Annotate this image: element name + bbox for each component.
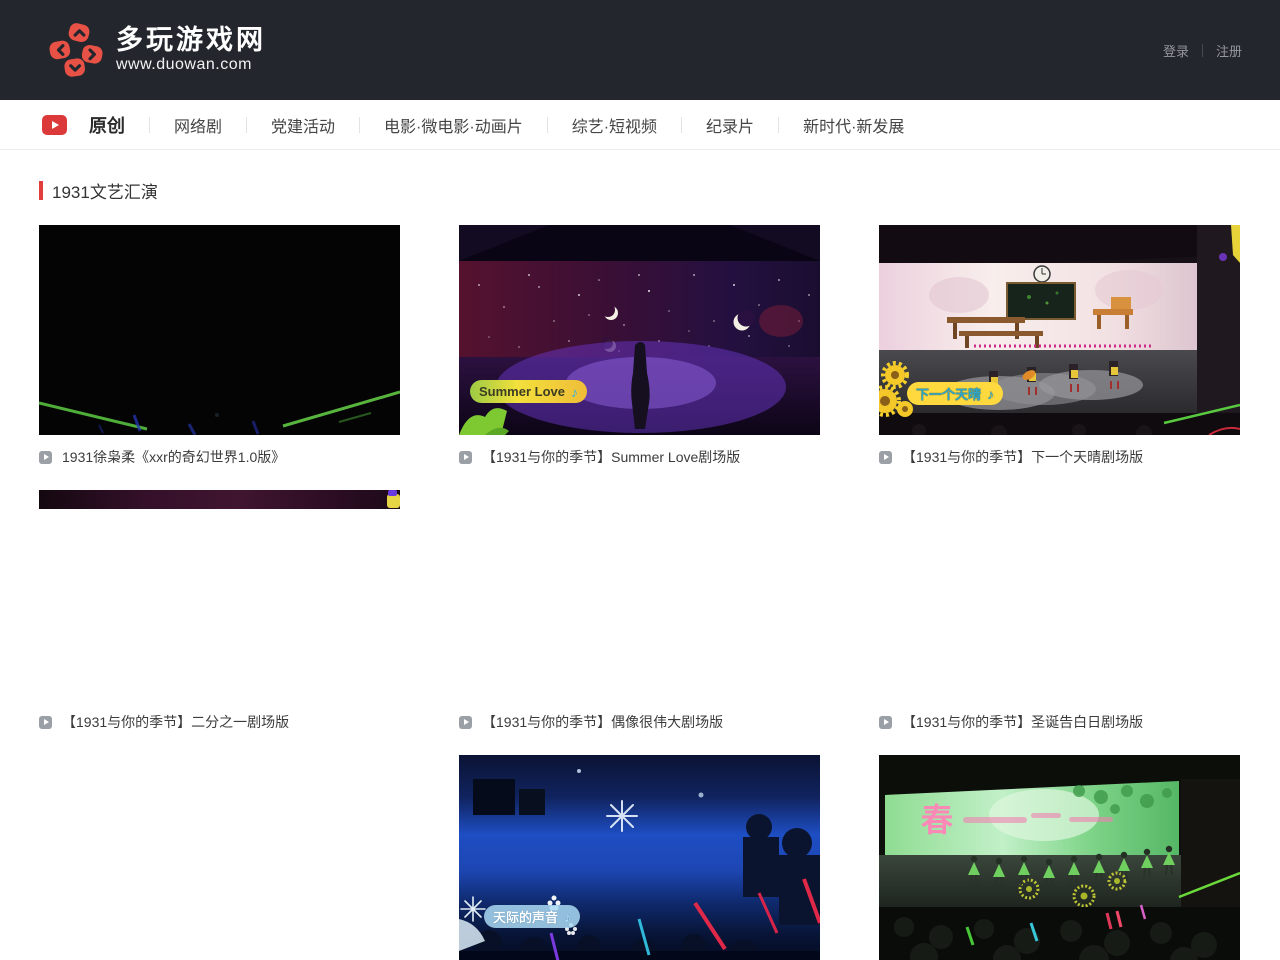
nav-separator [778,117,779,133]
video-card: 春 [879,755,1240,960]
video-card: 【1931与你的季节】圣诞告白日剧场版 [879,490,1240,732]
section-title: 1931文艺汇演 [52,178,158,203]
video-thumbnail[interactable]: Summer Love ♪ [459,225,820,435]
video-card: 下一个天晴 ♪ 【1931与你的季节】下一个天晴剧场版 [879,225,1240,467]
register-link[interactable]: 注册 [1216,41,1242,60]
video-card: 1931徐枭柔《xxr的奇幻世界1.0版》 [39,225,400,467]
category-nav: 原创 网络剧 党建活动 电影·微电影·动画片 综艺·短视频 纪录片 新时代·新发… [0,100,1280,150]
thumbnail-loading-strip [39,490,400,509]
thumbnail-badge: 天际的声音 ♪ [484,905,580,928]
screen-text-spring: 春 [921,801,953,839]
badge-text: Summer Love [479,384,565,399]
site-header: 多玩游戏网 www.duowan.com 登录 注册 [0,0,1280,100]
strip-highlight [388,490,397,496]
video-play-icon [39,451,52,464]
nav-separator [149,117,150,133]
video-title: 【1931与你的季节】Summer Love剧场版 [482,447,740,467]
section-accent-bar [39,181,43,200]
thumbnail-art-green-stage: 春 [879,755,1240,960]
video-title: 【1931与你的季节】二分之一剧场版 [62,712,289,732]
video-play-icon [879,716,892,729]
video-card: 【1931与你的季节】偶像很伟大剧场版 [459,490,820,732]
auth-links: 登录 注册 [1163,41,1242,60]
thumbnail-art-starry-stage [459,225,820,435]
site-url: www.duowan.com [116,55,266,75]
site-logo[interactable]: 多玩游戏网 www.duowan.com [48,22,266,78]
video-play-icon [879,451,892,464]
login-link[interactable]: 登录 [1163,41,1189,60]
thumbnail-art-dark-stage [39,225,400,435]
video-thumbnail-empty[interactable] [879,490,1240,700]
video-caption[interactable]: 【1931与你的季节】偶像很伟大剧场版 [459,712,820,732]
video-grid: 1931徐枭柔《xxr的奇幻世界1.0版》 [39,225,1280,960]
badge-text: 下一个天晴 [916,384,981,403]
video-title: 【1931与你的季节】偶像很伟大剧场版 [482,712,723,732]
nav-item-party[interactable]: 党建活动 [271,113,335,137]
video-play-icon [459,716,472,729]
video-thumbnail[interactable]: 春 [879,755,1240,960]
video-thumbnail-partial[interactable] [39,490,400,700]
empty-grid-slot [39,755,400,960]
video-card: 【1931与你的季节】二分之一剧场版 [39,490,400,732]
site-name: 多玩游戏网 [116,25,266,55]
strip-highlight [387,494,400,508]
nav-separator [246,117,247,133]
video-caption[interactable]: 【1931与你的季节】下一个天晴剧场版 [879,447,1240,467]
video-title: 【1931与你的季节】下一个天晴剧场版 [902,447,1143,467]
video-caption[interactable]: 【1931与你的季节】Summer Love剧场版 [459,447,820,467]
video-caption[interactable]: 【1931与你的季节】圣诞告白日剧场版 [879,712,1240,732]
video-thumbnail[interactable] [39,225,400,435]
section-header: 1931文艺汇演 [39,180,1280,200]
nav-item-documentary[interactable]: 纪录片 [706,113,754,137]
main-content: 1931文艺汇演 1931徐枭柔《xxr的奇幻世界1. [0,180,1280,960]
auth-divider [1202,44,1203,57]
nav-item-movies[interactable]: 电影·微电影·动画片 [384,113,523,137]
nav-separator [359,117,360,133]
video-thumbnail[interactable]: 天际的声音 ♪ [459,755,820,960]
nav-separator [681,117,682,133]
gamepad-icon [48,22,104,78]
video-thumbnail-empty[interactable] [459,490,820,700]
video-caption[interactable]: 【1931与你的季节】二分之一剧场版 [39,712,400,732]
badge-mascot-icon: ♪ [571,384,578,400]
video-thumbnail[interactable]: 下一个天晴 ♪ [879,225,1240,435]
nav-item-newera[interactable]: 新时代·新发展 [803,113,904,137]
video-card: Summer Love ♪ 【1931与你的季节】Summer Love剧场版 [459,225,820,467]
nav-item-original[interactable]: 原创 [89,112,125,138]
badge-mascot-icon: ♪ [987,386,994,402]
thumbnail-badge: Summer Love ♪ [470,380,587,403]
thumbnail-art-blue-stage [459,755,820,960]
badge-text: 天际的声音 [493,907,558,926]
video-caption[interactable]: 1931徐枭柔《xxr的奇幻世界1.0版》 [39,447,400,467]
video-play-icon [459,451,472,464]
thumbnail-badge: 下一个天晴 ♪ [907,382,1003,405]
video-card: 天际的声音 ♪ [459,755,820,960]
video-title: 1931徐枭柔《xxr的奇幻世界1.0版》 [62,447,285,467]
video-title: 【1931与你的季节】圣诞告白日剧场版 [902,712,1143,732]
video-play-icon [39,716,52,729]
nav-separator [547,117,548,133]
play-icon [42,115,67,135]
nav-item-webseries[interactable]: 网络剧 [174,113,222,137]
nav-item-variety[interactable]: 综艺·短视频 [572,113,657,137]
badge-mascot-icon: ♪ [564,909,571,925]
